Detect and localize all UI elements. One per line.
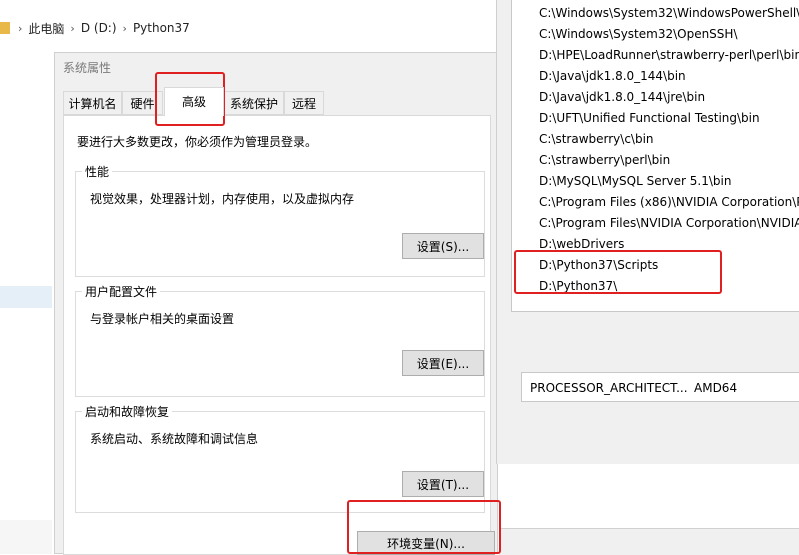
system-variables-table[interactable]: PROCESSOR_ARCHITECT... AMD64 [521, 372, 799, 402]
variable-name-cell: PROCESSOR_ARCHITECT... [530, 381, 688, 395]
startup-recovery-group: 启动和故障恢复 系统启动、系统故障和调试信息 设置(T)... [75, 403, 485, 513]
dialog-title: 系统属性 [63, 61, 112, 75]
horizontal-scrollbar[interactable] [499, 528, 799, 555]
path-entry[interactable]: C:\Program Files\NVIDIA Corporation\NVID… [512, 213, 799, 234]
startup-recovery-title: 启动和故障恢复 [82, 403, 173, 420]
path-entry[interactable]: D:\UFT\Unified Functional Testing\bin [512, 108, 799, 129]
breadcrumb-separator: › [122, 21, 127, 35]
variable-value-cell: AMD64 [694, 381, 738, 395]
user-profiles-settings-button[interactable]: 设置(E)... [402, 350, 484, 376]
tab-advanced[interactable]: 高级 [164, 87, 224, 116]
breadcrumb-this-pc[interactable]: 此电脑 [28, 20, 64, 37]
address-bar[interactable]: › 此电脑 › D (D:) › Python37 [0, 14, 520, 42]
nav-pane-scrollbar[interactable] [0, 520, 52, 554]
environment-variables-button[interactable]: 环境变量(N)... [357, 531, 495, 555]
path-entry-python37[interactable]: D:\Python37\ [512, 276, 799, 297]
startup-recovery-settings-button[interactable]: 设置(T)... [402, 471, 484, 497]
folder-icon [0, 22, 10, 34]
path-entry[interactable]: D:\Java\jdk1.8.0_144\bin [512, 66, 799, 87]
path-entry[interactable]: C:\Windows\System32\OpenSSH\ [512, 24, 799, 45]
performance-description: 视觉效果，处理器计划，内存使用，以及虚拟内存 [90, 192, 355, 206]
path-entry[interactable]: D:\HPE\LoadRunner\strawberry-perl\perl\b… [512, 45, 799, 66]
path-entry[interactable]: D:\webDrivers [512, 234, 799, 255]
performance-settings-button[interactable]: 设置(S)... [402, 233, 484, 259]
admin-notice: 要进行大多数更改，你必须作为管理员登录。 [77, 135, 318, 149]
path-entry-python37-scripts[interactable]: D:\Python37\Scripts [512, 255, 799, 276]
user-profiles-description: 与登录帐户相关的桌面设置 [90, 312, 235, 326]
edit-environment-variable-dialog: C:\Windows\System32\WindowsPowerShell\v … [496, 0, 799, 464]
tab-computer-name[interactable]: 计算机名 [63, 91, 122, 115]
performance-title: 性能 [82, 163, 113, 180]
nav-pane-selected-item[interactable] [0, 286, 52, 308]
path-entry[interactable]: D:\MySQL\MySQL Server 5.1\bin [512, 171, 799, 192]
breadcrumb-separator: › [70, 21, 75, 35]
path-entry[interactable]: C:\Windows\System32\WindowsPowerShell\v [512, 3, 799, 24]
path-entry[interactable]: C:\strawberry\perl\bin [512, 150, 799, 171]
performance-group: 性能 视觉效果，处理器计划，内存使用，以及虚拟内存 设置(S)... [75, 163, 485, 277]
path-entry[interactable]: C:\Program Files (x86)\NVIDIA Corporatio… [512, 192, 799, 213]
path-entry[interactable]: D:\Java\jdk1.8.0_144\jre\bin [512, 87, 799, 108]
path-entry[interactable]: C:\strawberry\c\bin [512, 129, 799, 150]
tab-hardware[interactable]: 硬件 [122, 91, 163, 115]
breadcrumb-separator: › [18, 21, 23, 35]
breadcrumb-drive-d[interactable]: D (D:) [81, 21, 117, 35]
tab-system-protection[interactable]: 系统保护 [224, 91, 284, 115]
startup-recovery-description: 系统启动、系统故障和调试信息 [90, 432, 259, 446]
user-profiles-group: 用户配置文件 与登录帐户相关的桌面设置 设置(E)... [75, 283, 485, 397]
user-profiles-title: 用户配置文件 [82, 283, 161, 300]
path-entries-list[interactable]: C:\Windows\System32\WindowsPowerShell\v … [511, 0, 799, 312]
tab-remote[interactable]: 远程 [284, 91, 324, 115]
system-properties-dialog: 系统属性 计算机名 硬件 高级 系统保护 远程 要进行大多数更改，你必须作为管理… [54, 52, 498, 555]
breadcrumb-python37[interactable]: Python37 [133, 21, 190, 35]
